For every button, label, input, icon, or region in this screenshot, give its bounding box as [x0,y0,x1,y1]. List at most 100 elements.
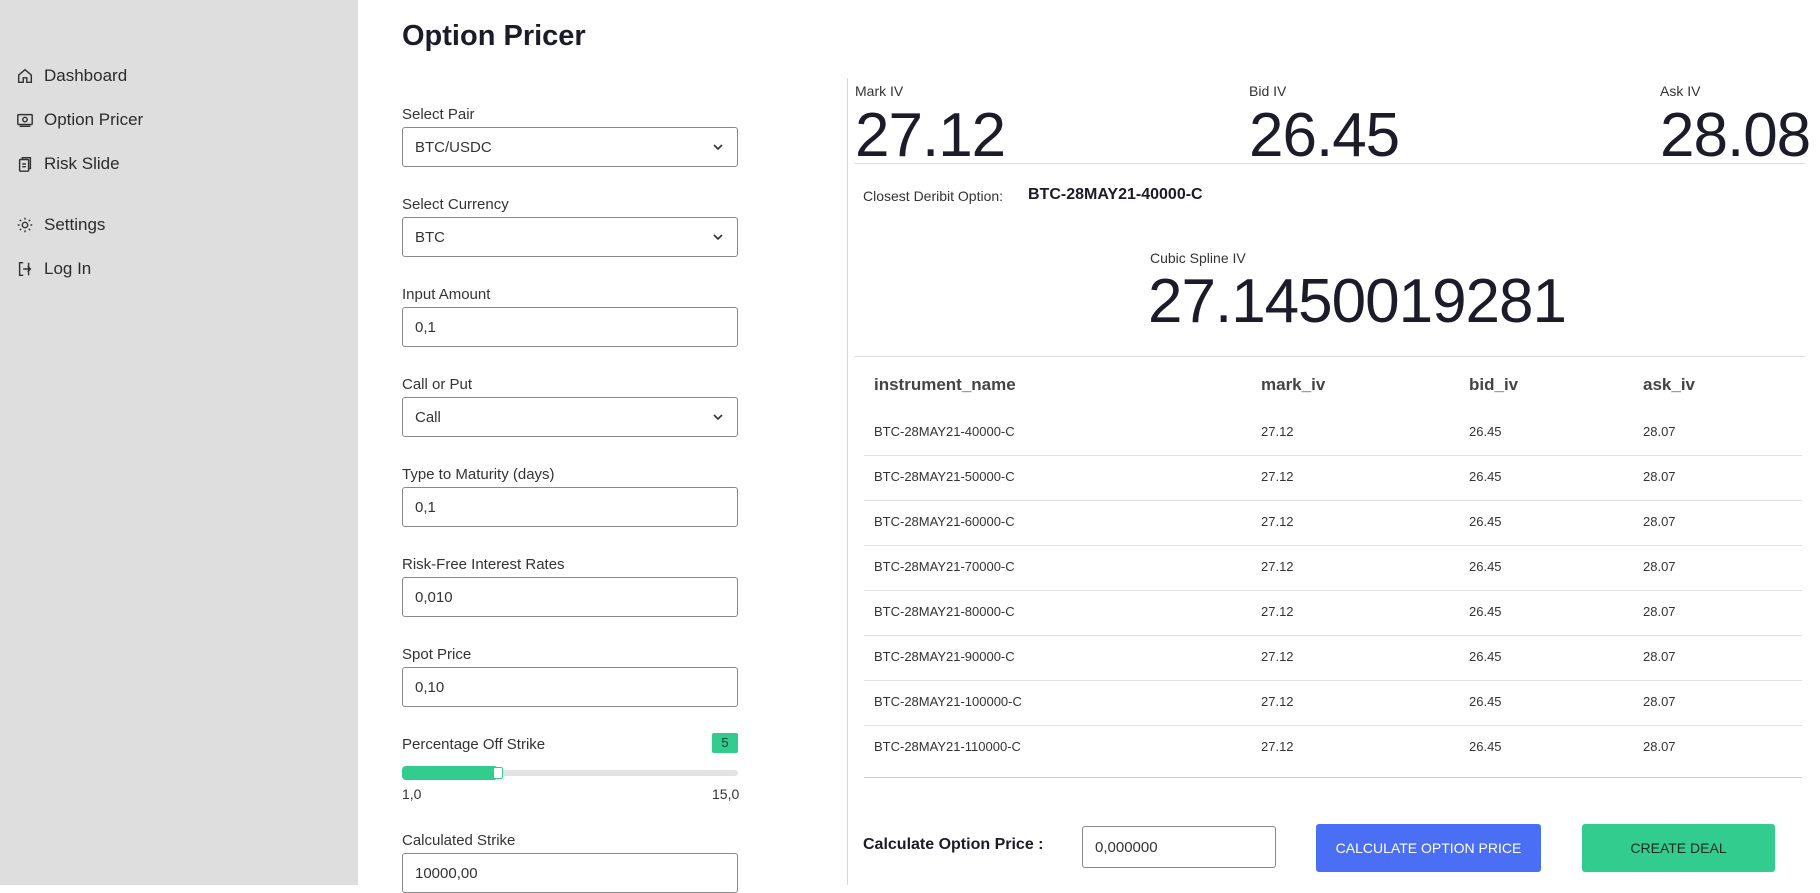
cell-ask-iv: 28.07 [1643,559,1676,574]
table-header-instrument: instrument_name [874,375,1016,394]
nav-item-option-pricer[interactable]: Option Pricer [16,110,143,130]
cell-ask-iv: 28.07 [1643,424,1676,439]
select-currency-dropdown[interactable]: BTC [402,217,738,257]
cell-mark-iv: 27.12 [1261,424,1294,439]
select-pair-label: Select Pair [402,106,475,123]
risk-free-field[interactable]: 0,010 [402,577,738,617]
cell-ask-iv: 28.07 [1643,694,1676,709]
slider-thumb[interactable] [493,767,503,779]
calculate-option-price-button[interactable]: CALCULATE OPTION PRICE [1316,824,1541,872]
sidebar: Dashboard Option Pricer Risk Slide Setti… [0,0,358,885]
maturity-field[interactable]: 0,1 [402,487,738,527]
bid-iv-value: 26.45 [1249,101,1400,170]
table-bottom-divider [864,777,1802,778]
slider-max-label: 15,0 [712,786,740,802]
select-pair-dropdown[interactable]: BTC/USDC [402,127,738,167]
iv-divider [855,163,1805,164]
cell-mark-iv: 27.12 [1261,559,1294,574]
calculate-option-price-label: Calculate Option Price : [863,836,1044,853]
table-row[interactable]: BTC-28MAY21-70000-C 27.12 26.45 28.07 [864,545,1802,591]
table-header-mark-iv: mark_iv [1261,375,1326,394]
spot-price-value: 0,10 [415,678,445,696]
cell-ask-iv: 28.07 [1643,469,1676,484]
slider-value-badge: 5 [712,733,738,753]
chevron-down-icon [713,234,723,241]
ask-iv-value: 28.08 [1660,101,1811,170]
mark-iv-label: Mark IV [855,83,904,99]
cell-ask-iv: 28.07 [1643,739,1676,754]
table-header-bid-iv: bid_iv [1469,375,1519,394]
calculated-strike-field[interactable]: 10000,00 [402,853,738,893]
option-price-value: 0,000000 [1095,838,1158,856]
panel-divider [847,78,848,885]
nav-item-risk-slide[interactable]: Risk Slide [16,154,120,174]
cell-instrument: BTC-28MAY21-40000-C [874,424,1015,439]
call-or-put-value: Call [415,408,441,426]
cubic-spline-value: 27.1450019281 [1148,267,1567,336]
cell-bid-iv: 26.45 [1469,649,1502,664]
table-top-divider [855,356,1805,357]
page-title: Option Pricer [402,20,586,52]
option-price-field[interactable]: 0,000000 [1082,826,1276,868]
cell-bid-iv: 26.45 [1469,739,1502,754]
cell-mark-iv: 27.12 [1261,739,1294,754]
table-row[interactable]: BTC-28MAY21-80000-C 27.12 26.45 28.07 [864,590,1802,636]
spot-price-field[interactable]: 0,10 [402,667,738,707]
cell-instrument: BTC-28MAY21-100000-C [874,694,1022,709]
table-row[interactable]: BTC-28MAY21-90000-C 27.12 26.45 28.07 [864,635,1802,681]
cell-mark-iv: 27.12 [1261,694,1294,709]
cell-ask-iv: 28.07 [1643,649,1676,664]
table-row[interactable]: BTC-28MAY21-60000-C 27.12 26.45 28.07 [864,500,1802,546]
table-row[interactable]: BTC-28MAY21-50000-C 27.12 26.45 28.07 [864,455,1802,501]
gear-icon [17,217,33,233]
clipboard-icon [18,156,32,172]
call-or-put-dropdown[interactable]: Call [402,397,738,437]
table-row[interactable]: BTC-28MAY21-110000-C 27.12 26.45 28.07 [864,725,1802,770]
cell-bid-iv: 26.45 [1469,694,1502,709]
nav-item-settings[interactable]: Settings [16,215,105,235]
cell-ask-iv: 28.07 [1643,514,1676,529]
chevron-down-icon [713,414,723,421]
table-row[interactable]: BTC-28MAY21-40000-C 27.12 26.45 28.07 [864,410,1802,456]
cell-bid-iv: 26.45 [1469,514,1502,529]
nav-item-dashboard[interactable]: Dashboard [16,66,127,86]
table-row[interactable]: BTC-28MAY21-100000-C 27.12 26.45 28.07 [864,680,1802,726]
select-currency-value: BTC [415,228,445,246]
input-amount-value: 0,1 [415,318,436,336]
calculated-strike-label: Calculated Strike [402,832,516,849]
closest-option-value: BTC-28MAY21-40000-C [1028,186,1203,203]
cell-mark-iv: 27.12 [1261,469,1294,484]
select-currency-label: Select Currency [402,196,509,213]
chevron-down-icon [713,144,723,151]
input-amount-field[interactable]: 0,1 [402,307,738,347]
cell-mark-iv: 27.12 [1261,649,1294,664]
cell-mark-iv: 27.12 [1261,514,1294,529]
cell-mark-iv: 27.12 [1261,604,1294,619]
cell-instrument: BTC-28MAY21-80000-C [874,604,1015,619]
spot-price-label: Spot Price [402,646,472,663]
risk-free-label: Risk-Free Interest Rates [402,556,565,573]
slider-min-label: 1,0 [402,786,422,802]
nav-label-risk-slide: Risk Slide [44,154,120,173]
maturity-label: Type to Maturity (days) [402,466,555,483]
create-deal-button[interactable]: CREATE DEAL [1582,824,1775,872]
cubic-spline-label: Cubic Spline IV [1150,250,1246,266]
bid-iv-label: Bid IV [1249,83,1287,99]
table-header-ask-iv: ask_iv [1643,375,1695,394]
call-or-put-label: Call or Put [402,376,473,393]
nav-label-dashboard: Dashboard [44,66,128,85]
mark-iv-value: 27.12 [855,101,1006,170]
input-amount-label: Input Amount [402,286,491,303]
calculated-strike-value: 10000,00 [415,864,478,882]
cell-instrument: BTC-28MAY21-90000-C [874,649,1015,664]
login-icon [18,261,32,277]
nav-item-log-in[interactable]: Log In [16,259,91,279]
cell-instrument: BTC-28MAY21-60000-C [874,514,1015,529]
cell-bid-iv: 26.45 [1469,469,1502,484]
cell-instrument: BTC-28MAY21-50000-C [874,469,1015,484]
cell-instrument: BTC-28MAY21-110000-C [874,739,1021,754]
cell-instrument: BTC-28MAY21-70000-C [874,559,1015,574]
maturity-value: 0,1 [415,498,436,516]
ask-iv-label: Ask IV [1660,83,1701,99]
risk-free-value: 0,010 [415,588,453,606]
